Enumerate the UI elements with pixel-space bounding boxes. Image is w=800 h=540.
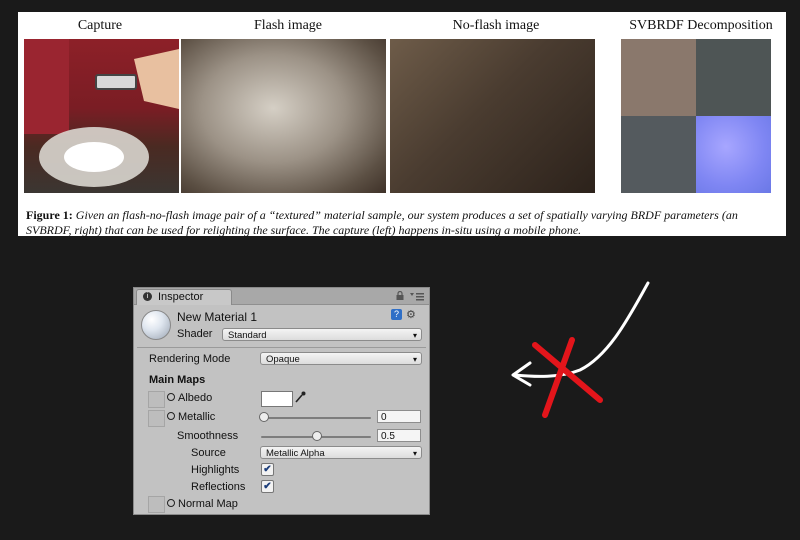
- smoothness-value-field[interactable]: 0.5: [377, 429, 421, 442]
- help-icon[interactable]: ?: [391, 309, 402, 320]
- divider: [137, 347, 426, 348]
- normal-map-label: Normal Map: [178, 498, 238, 510]
- svbrdf-diffuse: [621, 39, 696, 116]
- smoothness-slider-thumb[interactable]: [312, 431, 322, 441]
- flash-image: [181, 39, 386, 193]
- svbrdf-roughness: [621, 116, 696, 193]
- metallic-row-label[interactable]: Metallic: [167, 411, 215, 423]
- caption-label: Figure 1:: [26, 208, 73, 222]
- panel-title-capture: Capture: [77, 18, 123, 33]
- albedo-row-label[interactable]: Albedo: [167, 392, 212, 404]
- panel-menu-icon[interactable]: [410, 293, 424, 301]
- shader-label: Shader: [177, 328, 213, 340]
- object-picker-icon[interactable]: [167, 393, 175, 401]
- source-label: Source: [191, 447, 226, 459]
- albedo-texture-slot[interactable]: [148, 391, 165, 408]
- svbrdf-specular: [696, 39, 771, 116]
- arrowhead-icon: [511, 361, 532, 387]
- shader-dropdown[interactable]: Standard ▾: [222, 328, 422, 341]
- highlights-checkbox[interactable]: ✔: [261, 463, 274, 476]
- source-value: Metallic Alpha: [266, 448, 325, 459]
- metallic-value-field[interactable]: 0: [377, 410, 421, 423]
- svbrdf-normals: [696, 116, 771, 193]
- tab-inspector[interactable]: i Inspector: [136, 289, 232, 305]
- caption-text: Given an flash-no-flash image pair of a …: [26, 208, 738, 237]
- paper-figure: Capture Flash image No-flash image SVBRD…: [18, 12, 786, 238]
- lock-icon[interactable]: [396, 291, 404, 300]
- figure-caption: Figure 1: Given an flash-no-flash image …: [26, 208, 778, 238]
- normal-map-row-label[interactable]: Normal Map: [167, 498, 238, 510]
- main-maps-heading: Main Maps: [149, 374, 206, 386]
- object-picker-icon[interactable]: [167, 412, 175, 420]
- shader-dropdown-value: Standard: [228, 330, 267, 341]
- rendering-mode-label: Rendering Mode: [149, 353, 231, 365]
- capture-image: [24, 39, 179, 193]
- rendering-mode-value: Opaque: [266, 354, 300, 365]
- panel-title-svbrdf: SVBRDF Decomposition: [629, 18, 773, 33]
- inspector-panel: i Inspector New Material 1 ? ⚙ Shader St…: [133, 287, 430, 515]
- svbrdf-decomposition: [621, 39, 771, 193]
- metallic-texture-slot[interactable]: [148, 410, 165, 427]
- metallic-label: Metallic: [178, 411, 216, 423]
- tab-inspector-label: Inspector: [158, 291, 204, 303]
- material-name: New Material 1: [177, 310, 258, 324]
- panel-title-flash: Flash image: [253, 18, 323, 33]
- annotation-overlay: [511, 281, 650, 418]
- chevron-down-icon: ▾: [412, 449, 417, 458]
- source-dropdown[interactable]: Metallic Alpha ▾: [260, 446, 422, 459]
- smoothness-label: Smoothness: [177, 430, 239, 442]
- rendering-mode-dropdown[interactable]: Opaque ▾: [260, 352, 422, 365]
- chevron-down-icon: ▾: [412, 331, 417, 340]
- reflections-checkbox[interactable]: ✔: [261, 480, 274, 493]
- inspector-tabbar: i Inspector: [134, 288, 429, 305]
- metallic-slider[interactable]: [261, 417, 371, 419]
- eyedropper-icon[interactable]: [294, 391, 306, 404]
- object-picker-icon[interactable]: [167, 499, 175, 507]
- albedo-color-swatch[interactable]: [261, 391, 293, 407]
- info-icon: i: [143, 292, 152, 301]
- noflash-image: [390, 39, 595, 193]
- material-preview-sphere: [141, 310, 171, 340]
- metallic-slider-thumb[interactable]: [259, 412, 269, 422]
- settings-gear-icon[interactable]: ⚙: [406, 308, 416, 321]
- normal-map-texture-slot[interactable]: [148, 496, 165, 513]
- reflections-label: Reflections: [191, 481, 246, 493]
- panel-title-noflash: No-flash image: [452, 18, 540, 33]
- albedo-label: Albedo: [178, 392, 213, 404]
- white-arrow-icon: [513, 281, 650, 378]
- chevron-down-icon: ▾: [412, 355, 417, 364]
- highlights-label: Highlights: [191, 464, 240, 476]
